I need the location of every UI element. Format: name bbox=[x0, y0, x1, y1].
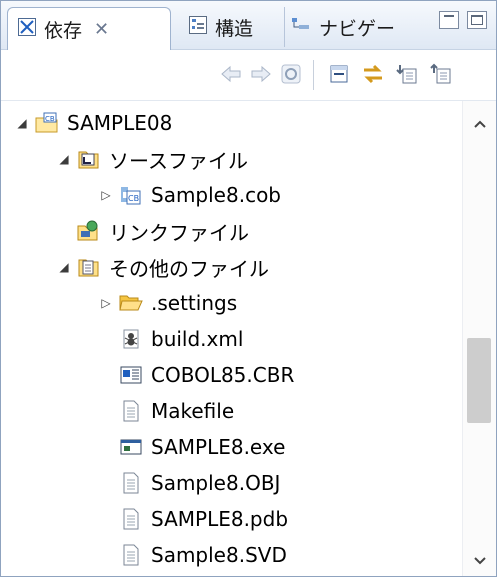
tab-structure-label: 構造 bbox=[215, 17, 254, 40]
folder-icon bbox=[119, 291, 143, 315]
tree-item-label: COBOL85.CBR bbox=[151, 363, 295, 387]
tree-item-label: リンクファイル bbox=[109, 220, 249, 245]
tab-navigator[interactable]: ナビゲー bbox=[284, 7, 404, 47]
vertical-scrollbar[interactable] bbox=[462, 101, 496, 576]
toolbar-separator bbox=[313, 60, 314, 90]
maximize-icon[interactable] bbox=[467, 11, 487, 29]
expanded-twisty-icon[interactable]: ◢ bbox=[57, 152, 71, 166]
dependency-view-panel: 依存 ✕ 構造 ナビゲー ◢ CB SAMPLE08 ◢ ソースファイル ▷ C… bbox=[0, 0, 497, 577]
tree-item-other-files[interactable]: ◢ その他のファイル bbox=[57, 249, 269, 285]
scroll-up-icon[interactable] bbox=[463, 109, 496, 139]
tree-item-project[interactable]: ◢ CB SAMPLE08 bbox=[15, 105, 172, 141]
dependency-view-icon bbox=[18, 17, 36, 41]
cbr-file-icon bbox=[119, 363, 143, 387]
expanded-twisty-icon[interactable]: ◢ bbox=[15, 116, 29, 130]
refresh-icon[interactable] bbox=[279, 62, 303, 86]
tree-item-label: ソースファイル bbox=[109, 148, 248, 173]
tab-structure[interactable]: 構造 bbox=[177, 7, 277, 47]
minimize-icon[interactable] bbox=[439, 11, 459, 29]
tree-item-label: .settings bbox=[151, 291, 238, 315]
svg-text:CB: CB bbox=[45, 115, 55, 123]
back-arrow-icon[interactable] bbox=[219, 62, 243, 86]
show-called-icon[interactable] bbox=[395, 62, 419, 86]
tree-item-sample8-svd[interactable]: Sample8.SVD bbox=[119, 537, 287, 573]
view-tab-bar: 依存 ✕ 構造 ナビゲー bbox=[1, 1, 496, 50]
forward-arrow-icon[interactable] bbox=[249, 62, 273, 86]
cobol-project-icon: CB bbox=[35, 111, 59, 135]
dependency-tree: ◢ CB SAMPLE08 ◢ ソースファイル ▷ CB Sample8.cob bbox=[1, 101, 461, 576]
scrollbar-thumb[interactable] bbox=[467, 338, 491, 423]
tree-item-sample8-cob[interactable]: ▷ CB Sample8.cob bbox=[99, 177, 281, 213]
cobol-source-file-icon: CB bbox=[119, 183, 143, 207]
tree-item-makefile[interactable]: Makefile bbox=[119, 393, 234, 429]
tab-navigator-label: ナビゲー bbox=[319, 17, 396, 40]
collapse-all-icon[interactable] bbox=[327, 62, 351, 86]
structure-view-icon bbox=[189, 15, 207, 39]
source-folder-icon bbox=[77, 147, 101, 171]
view-toolbar bbox=[1, 50, 496, 101]
close-icon[interactable]: ✕ bbox=[94, 19, 109, 40]
expanded-twisty-icon[interactable]: ◢ bbox=[57, 260, 71, 274]
tree-item-cobol85-cbr[interactable]: COBOL85.CBR bbox=[119, 357, 294, 393]
link-folder-icon bbox=[77, 219, 101, 243]
collapsed-twisty-icon[interactable]: ▷ bbox=[99, 296, 113, 310]
tree-item-label: SAMPLE8.pdb bbox=[151, 507, 289, 531]
tree-item-label: Sample8.OBJ bbox=[151, 471, 281, 495]
tree-item-settings-folder[interactable]: ▷ .settings bbox=[99, 285, 237, 321]
tab-dependency-label: 依存 bbox=[44, 19, 83, 42]
tree-item-label: その他のファイル bbox=[109, 256, 269, 281]
text-file-icon bbox=[119, 507, 143, 531]
svg-text:CB: CB bbox=[128, 194, 139, 203]
tree-item-source-files[interactable]: ◢ ソースファイル bbox=[57, 141, 248, 177]
tree-item-label: Makefile bbox=[151, 399, 235, 423]
link-with-editor-icon[interactable] bbox=[361, 62, 385, 86]
tree-item-label: Sample8.SVD bbox=[151, 543, 287, 567]
tree-item-label: build.xml bbox=[151, 327, 244, 351]
exe-file-icon bbox=[119, 435, 143, 459]
tree-item-build-xml[interactable]: build.xml bbox=[119, 321, 243, 357]
collapsed-twisty-icon[interactable]: ▷ bbox=[99, 188, 113, 202]
tree-item-label: SAMPLE08 bbox=[67, 111, 173, 135]
tree-item-label: SAMPLE8.exe bbox=[151, 435, 286, 459]
text-file-icon bbox=[119, 399, 143, 423]
tree-item-label: Sample8.cob bbox=[151, 183, 281, 207]
scroll-down-icon[interactable] bbox=[463, 546, 496, 576]
text-file-icon bbox=[119, 543, 143, 567]
text-file-icon bbox=[119, 471, 143, 495]
navigator-view-icon bbox=[291, 16, 311, 39]
tree-item-sample8-exe[interactable]: SAMPLE8.exe bbox=[119, 429, 285, 465]
tree-item-sample8-obj[interactable]: Sample8.OBJ bbox=[119, 465, 280, 501]
ant-build-file-icon bbox=[119, 327, 143, 351]
tab-dependency[interactable]: 依存 ✕ bbox=[7, 7, 171, 50]
show-calling-icon[interactable] bbox=[429, 62, 453, 86]
tree-item-link-files[interactable]: リンクファイル bbox=[77, 213, 249, 249]
other-files-folder-icon bbox=[77, 255, 101, 279]
tree-item-sample8-pdb[interactable]: SAMPLE8.pdb bbox=[119, 501, 288, 537]
